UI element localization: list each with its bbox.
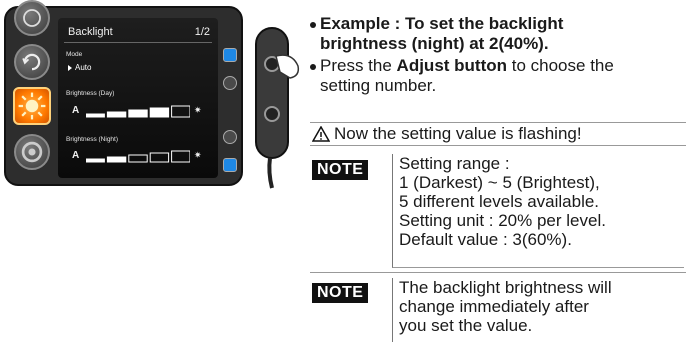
note-line: 1 (Darkest) ~ 5 (Brightest),: [399, 173, 600, 192]
press-line-1: Press the Adjust button to choose the: [310, 56, 686, 76]
remote-control: [250, 22, 302, 192]
menu-rail: [10, 0, 54, 178]
day-brightness-label: Brightness (Day): [66, 90, 115, 97]
note-setting-range: Setting range : 1 (Darkest) ~ 5 (Brighte…: [392, 154, 684, 268]
level-segment: [86, 113, 105, 118]
warning-row: Now the setting value is flashing!: [310, 122, 686, 146]
instructions: Example : To set the backlight brightnes…: [310, 14, 686, 96]
auto-mark-day: A: [72, 105, 80, 116]
night-brightness-label: Brightness (Night): [66, 136, 119, 143]
second-button[interactable]: [264, 106, 280, 122]
settings-screen: Backlight 1/2 Mode Auto Brightness (Day)…: [58, 18, 218, 178]
level-segment: [106, 111, 127, 118]
level-segment: [171, 105, 190, 118]
note-backlight-change: The backlight brightness will change imm…: [392, 278, 684, 342]
tire-icon[interactable]: [14, 134, 50, 170]
level-segment: [149, 107, 170, 118]
settings-icon[interactable]: [223, 158, 237, 172]
level-segment: [106, 156, 127, 163]
day-brightness-slider[interactable]: A ✷: [66, 105, 206, 119]
mode-value[interactable]: Auto: [68, 63, 91, 72]
screen-title-bar: Backlight 1/2: [64, 26, 212, 43]
up-icon[interactable]: [223, 76, 237, 90]
display-unit: Backlight 1/2 Mode Auto Brightness (Day)…: [4, 0, 243, 186]
note-badge: NOTE: [312, 283, 369, 303]
refresh-icon[interactable]: [14, 44, 50, 80]
level-segment: [86, 158, 105, 163]
night-brightness-slider[interactable]: A ✷: [66, 150, 206, 164]
note-line: you set the value.: [399, 316, 533, 335]
down-icon[interactable]: [223, 130, 237, 144]
side-button-rail: [220, 18, 240, 178]
screen-title: Backlight: [68, 26, 113, 38]
auto-mark-night: A: [72, 150, 80, 161]
day-level-bars: [86, 105, 190, 118]
press-line-2: setting number.: [320, 76, 437, 95]
warning-icon: [312, 126, 330, 142]
selector-arrow-icon: [68, 64, 72, 71]
level-segment: [128, 109, 148, 118]
sun-icon[interactable]: [13, 87, 51, 125]
level-segment: [128, 154, 148, 163]
note-line: Setting range :: [399, 154, 510, 173]
level-segment: [149, 152, 170, 163]
example-line-2: brightness (night) at 2(40%).: [320, 34, 549, 53]
night-level-bars: [86, 150, 190, 163]
note-line: Default value : 3(60%).: [399, 230, 572, 249]
note-line: change immediately after: [399, 297, 589, 316]
level-segment: [171, 150, 190, 163]
example-line-1: Example : To set the backlight: [310, 14, 686, 34]
mode-label: Mode: [66, 51, 83, 58]
warning-text: Now the setting value is flashing!: [334, 124, 582, 143]
note-badge: NOTE: [312, 160, 369, 180]
divider: [310, 272, 686, 273]
note-line: The backlight brightness will: [399, 278, 612, 297]
note-line: Setting unit : 20% per level.: [399, 211, 606, 230]
bright-sun-icon: ✷: [194, 105, 202, 115]
bright-sun-icon: ✷: [194, 150, 202, 160]
note-line: 5 different levels available.: [399, 192, 600, 211]
compass-icon[interactable]: [14, 0, 50, 36]
screen-mode-icon[interactable]: [223, 48, 237, 62]
page-indicator: 1/2: [194, 26, 210, 38]
